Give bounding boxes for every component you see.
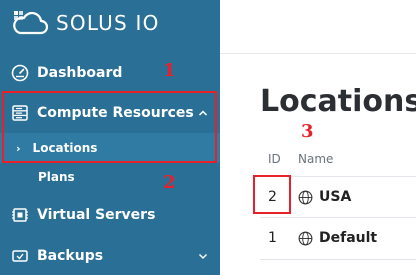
annotation-box-id-cell — [253, 175, 291, 214]
app-window: SOLUS IO Dashboard Compute Resources › L… — [0, 0, 416, 275]
cloud-logo-icon — [13, 11, 49, 35]
sidebar-item-label: Backups — [37, 248, 104, 264]
table-divider — [260, 259, 416, 260]
annotation-box-compute-resources — [2, 91, 217, 163]
page-title: Locations — [260, 84, 416, 119]
location-name: Default — [319, 230, 378, 246]
table-cell-name[interactable]: Default — [298, 230, 377, 246]
backup-drive-icon — [12, 250, 28, 262]
annotation-number-1: 1 — [163, 60, 176, 81]
sidebar-item-dashboard[interactable]: Dashboard — [0, 53, 220, 93]
brand[interactable]: SOLUS IO — [10, 6, 160, 40]
gauge-icon — [11, 64, 29, 82]
sidebar-item-label: Virtual Servers — [37, 207, 156, 223]
virtual-servers-icon — [12, 208, 28, 222]
annotation-number-3: 3 — [301, 121, 314, 142]
table-divider — [260, 217, 416, 218]
globe-icon — [298, 231, 313, 245]
column-header-name[interactable]: Name — [298, 152, 333, 166]
table-cell-name[interactable]: USA — [298, 189, 351, 205]
column-header-id[interactable]: ID — [268, 152, 281, 166]
annotation-number-2: 2 — [163, 172, 176, 193]
table-cell-id: 1 — [268, 230, 277, 246]
location-name: USA — [319, 189, 352, 205]
sidebar-item-virtual-servers[interactable]: Virtual Servers — [0, 195, 220, 235]
chevron-down-icon[interactable] — [198, 251, 208, 261]
sidebar-item-label: Dashboard — [37, 65, 123, 81]
topbar-divider — [220, 53, 416, 54]
sidebar-subitem-plans[interactable]: Plans — [38, 170, 75, 184]
sidebar-item-backups[interactable]: Backups — [0, 236, 220, 275]
globe-icon — [298, 190, 313, 204]
brand-name: SOLUS IO — [56, 11, 160, 35]
